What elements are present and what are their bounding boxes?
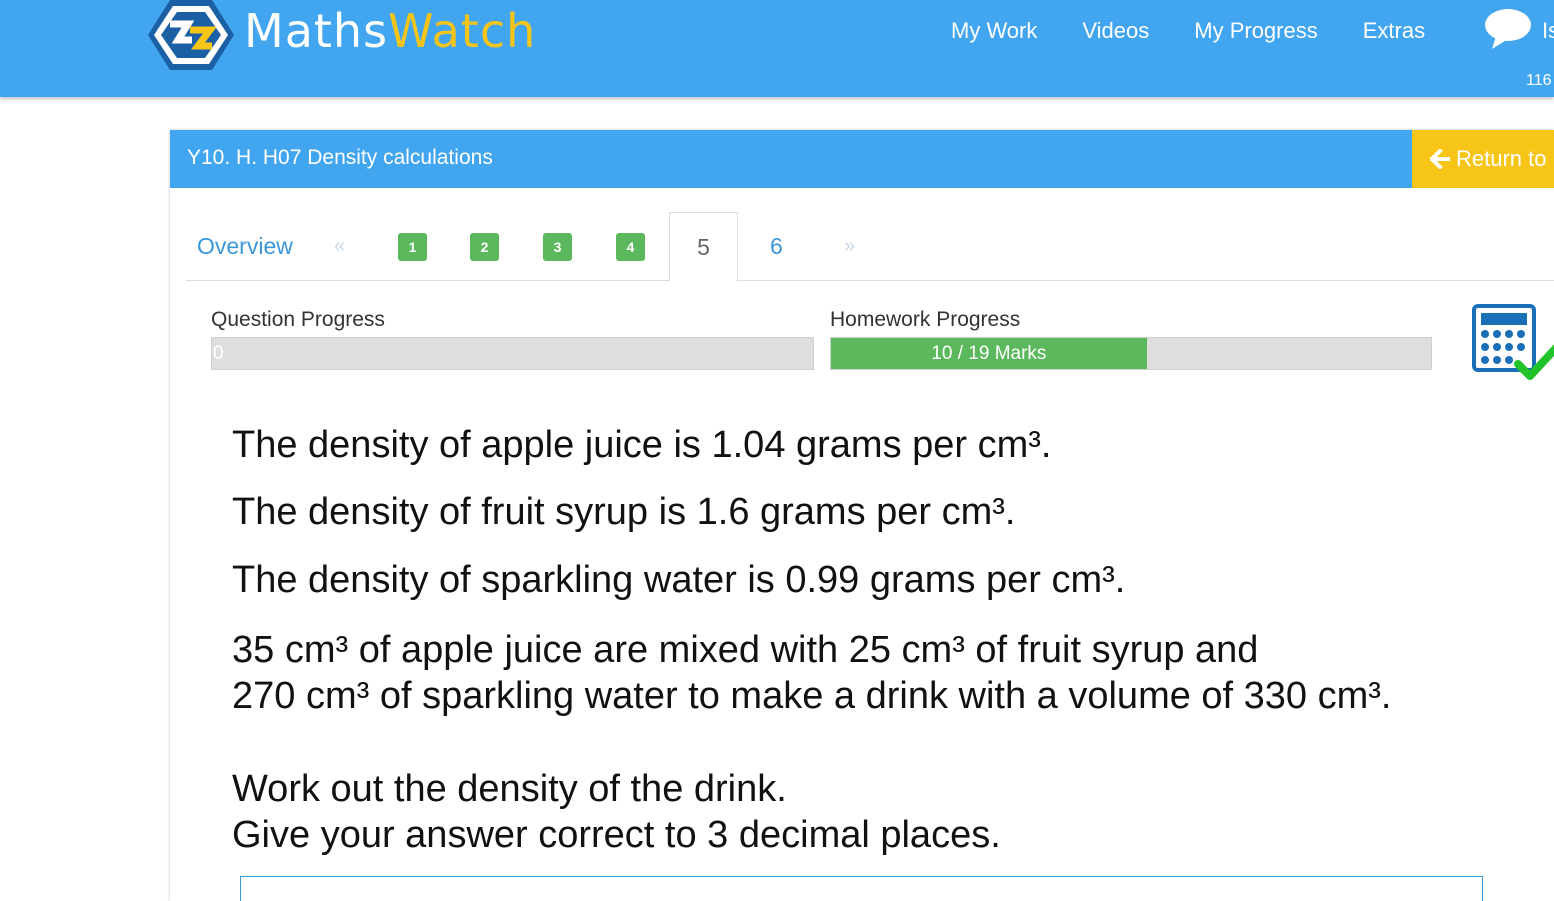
question-line: Work out the density of the drink. (232, 768, 787, 810)
tab-question-3[interactable]: 3 (543, 212, 572, 281)
question-line: 35 cm³ of apple juice are mixed with 25 … (232, 629, 1259, 671)
nav-my-work[interactable]: My Work (951, 18, 1037, 44)
answer-input[interactable] (240, 876, 1483, 901)
homework-progress-fill: 10 / 19 Marks (831, 338, 1147, 369)
tab-question-6[interactable]: 6 (770, 212, 783, 281)
tab-question-2[interactable]: 2 (470, 212, 499, 281)
return-button[interactable]: Return to (1412, 130, 1554, 188)
tab-overview[interactable]: Overview (197, 212, 293, 281)
question-progress-label: Question Progress (211, 308, 385, 331)
question-line: Give your answer correct to 3 decimal pl… (232, 814, 1001, 856)
homework-progress-bar: 10 / 19 Marks (830, 337, 1432, 370)
tab-next-arrow[interactable]: » (844, 212, 855, 281)
chat-label[interactable]: Is (1542, 18, 1554, 44)
mathswatch-logo-icon (148, 0, 234, 70)
speech-bubble-icon[interactable] (1484, 8, 1532, 50)
completed-badge: 3 (543, 232, 572, 261)
mathswatch-logo[interactable]: MathsWatch (148, 0, 536, 70)
brand-name-part1: Maths (244, 4, 389, 58)
homework-progress-label: Homework Progress (830, 308, 1021, 331)
completed-badge: 1 (398, 232, 427, 261)
question-line: The density of fruit syrup is 1.6 grams … (232, 491, 1016, 533)
nav-videos[interactable]: Videos (1082, 18, 1149, 44)
tab-question-1[interactable]: 1 (398, 212, 427, 281)
question-progress-bar: 0 (211, 337, 814, 370)
tab-question-5-active[interactable]: 5 (669, 212, 738, 282)
question-progress-value: 0 (213, 343, 224, 364)
arrow-left-icon (1430, 149, 1450, 169)
completed-badge: 2 (470, 232, 499, 261)
tab-question-4[interactable]: 4 (616, 212, 645, 281)
question-line: The density of apple juice is 1.04 grams… (232, 424, 1052, 466)
main-nav: My Work Videos My Progress Extras (951, 18, 1470, 44)
top-navigation-bar: MathsWatch My Work Videos My Progress Ex… (0, 0, 1554, 97)
homework-progress-value: 10 / 19 Marks (931, 342, 1047, 364)
panel-header: Y10. H. H07 Density calculations Return … (170, 130, 1554, 188)
tab-prev-arrow[interactable]: « (334, 212, 345, 281)
completed-badge: 4 (616, 232, 645, 261)
page-title: Y10. H. H07 Density calculations (187, 146, 493, 169)
calculator-allowed-icon (1472, 304, 1554, 380)
question-line: 270 cm³ of sparkling water to make a dri… (232, 675, 1392, 717)
return-button-label: Return to (1456, 146, 1547, 171)
homework-panel: Y10. H. H07 Density calculations Return … (170, 130, 1554, 901)
points-counter: 116 (1526, 72, 1552, 89)
nav-my-progress[interactable]: My Progress (1194, 18, 1317, 44)
nav-extras[interactable]: Extras (1363, 18, 1425, 44)
question-line: The density of sparkling water is 0.99 g… (232, 559, 1126, 601)
brand-name: MathsWatch (244, 4, 536, 58)
brand-name-part2: Watch (388, 4, 537, 58)
question-tabs: Overview « 1 2 3 4 5 6 » (186, 212, 1554, 282)
